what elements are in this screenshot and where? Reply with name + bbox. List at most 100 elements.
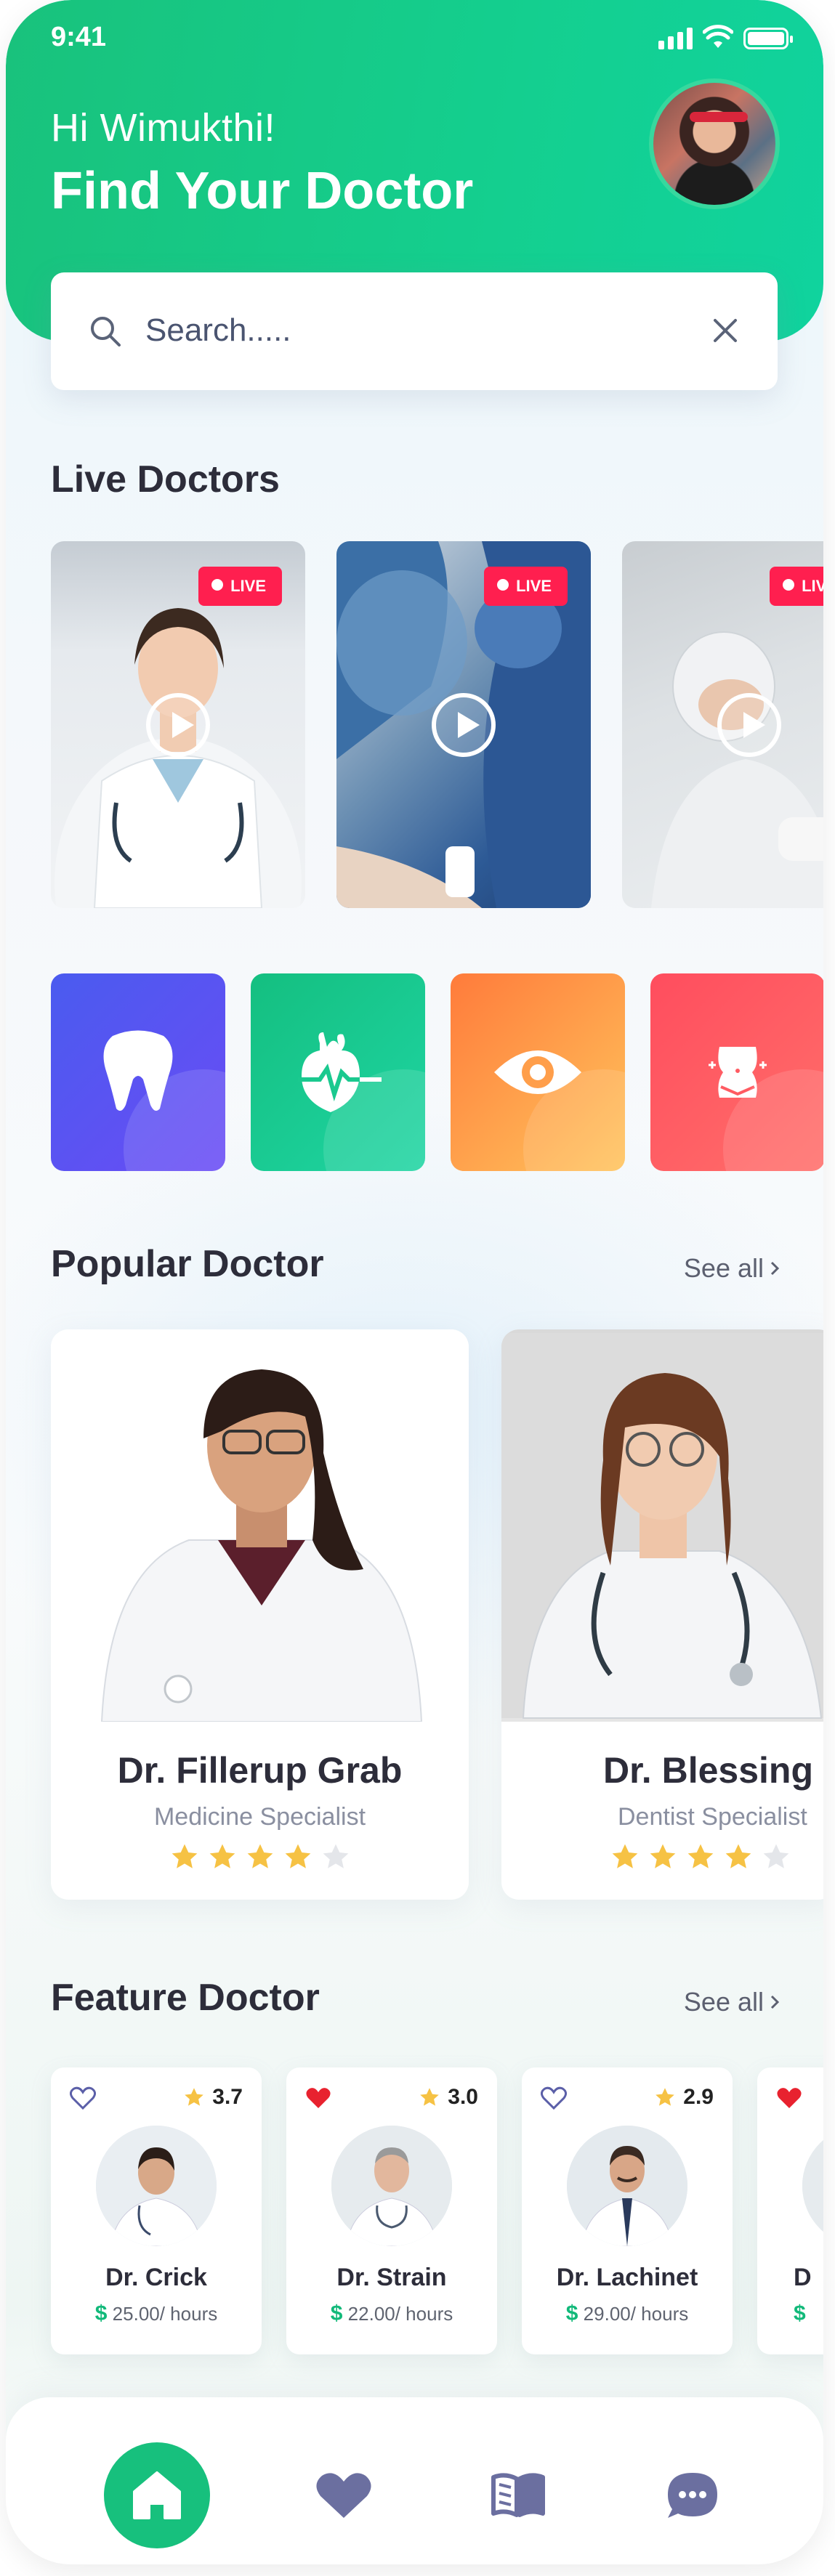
doctor-name: Dr. Strain xyxy=(336,2264,447,2291)
doctor-name: Dr. Lachinet xyxy=(556,2264,698,2291)
search-input[interactable] xyxy=(145,309,654,352)
star-icon xyxy=(420,2088,440,2106)
doctor-price: $ 29.00/ hours xyxy=(522,2301,733,2326)
home-icon xyxy=(133,2471,181,2519)
price-value: 25.00/ hours xyxy=(112,2303,218,2325)
heart-filled-icon[interactable] xyxy=(776,2086,802,2110)
feature-doctor-card[interactable]: 2.9 Dr. Lachinet $ 29.00/ hours xyxy=(522,2067,733,2354)
see-all-label: See all xyxy=(683,1987,764,2017)
search-icon[interactable] xyxy=(89,315,122,348)
star-rating xyxy=(51,1843,469,1871)
price-value: 22.00/ hours xyxy=(347,2303,453,2325)
avatar[interactable] xyxy=(649,78,780,209)
live-badge: LIVE xyxy=(484,567,568,606)
star-icon xyxy=(209,1844,235,1868)
doctor-specialty: Medicine Specialist xyxy=(153,1803,366,1831)
live-doctors-title: Live Doctors xyxy=(51,458,280,501)
feature-doctor-card[interactable]: 3.7 Dr. Crick $ 25.00/ hours xyxy=(51,2067,262,2354)
doctor-photo xyxy=(802,2126,823,2246)
clear-search-icon[interactable] xyxy=(711,316,740,345)
battery-icon xyxy=(743,28,793,49)
heart-outline-icon[interactable] xyxy=(541,2086,567,2110)
star-rating xyxy=(610,1843,823,1871)
rating-value: 3.7 xyxy=(212,2085,243,2109)
nav-home-button[interactable] xyxy=(104,2442,210,2548)
rating: 3.0 xyxy=(419,2085,478,2110)
star-icon xyxy=(323,1844,348,1868)
feature-doctor-card[interactable]: 3.0 Dr. Strain $ 22.00/ hours xyxy=(286,2067,497,2354)
doctor-price: $ xyxy=(794,2301,823,2326)
phone-screen: 9:41 Hi Wimukthi! Find Your Doctor Searc… xyxy=(6,0,823,2564)
star-icon xyxy=(172,1844,197,1868)
star-icon xyxy=(285,1844,310,1868)
wifi-icon xyxy=(703,25,733,48)
live-doctor-card[interactable]: LIVE xyxy=(336,541,591,908)
currency-symbol: $ xyxy=(565,2301,578,2325)
heart-icon[interactable] xyxy=(315,2470,373,2521)
book-icon[interactable] xyxy=(489,2470,547,2521)
play-icon[interactable] xyxy=(432,692,496,757)
star-icon xyxy=(185,2088,204,2106)
search-bar xyxy=(51,272,778,390)
heart-filled-icon[interactable] xyxy=(305,2086,331,2110)
star-icon xyxy=(725,1844,751,1868)
doctor-name: Dr. Fillerup Grab xyxy=(117,1750,403,1791)
currency-symbol: $ xyxy=(794,2301,806,2325)
feature-see-all-link[interactable]: See all xyxy=(684,1987,780,2017)
live-badge: LIVE xyxy=(770,567,823,606)
status-icons xyxy=(658,25,793,49)
feature-doctor-card[interactable]: D $ xyxy=(757,2067,823,2354)
doctor-price: $ 22.00/ hours xyxy=(286,2301,497,2326)
price-value: 29.00/ hours xyxy=(583,2303,689,2325)
doctor-price: $ 25.00/ hours xyxy=(51,2301,262,2326)
rating: 2.9 xyxy=(654,2085,714,2110)
currency-symbol: $ xyxy=(94,2301,108,2325)
body-icon xyxy=(709,1047,767,1098)
heart-outline-icon[interactable] xyxy=(70,2086,96,2110)
chat-icon[interactable] xyxy=(663,2470,722,2521)
category-dentist[interactable] xyxy=(51,973,225,1171)
doctor-name: D xyxy=(794,2264,812,2291)
status-time: 9:41 xyxy=(51,22,107,52)
doctor-photo xyxy=(51,1329,469,1722)
live-doctor-card[interactable]: LIVE xyxy=(622,541,823,908)
category-body[interactable] xyxy=(650,973,823,1171)
popular-doctor-title: Popular Doctor xyxy=(51,1243,324,1285)
live-badge: LIVE xyxy=(198,567,282,606)
eye-icon xyxy=(494,1050,581,1094)
popular-doctor-card[interactable]: Dr. Fillerup Grab Medicine Specialist xyxy=(51,1329,469,1900)
play-icon[interactable] xyxy=(717,692,781,757)
chevron-right-icon xyxy=(770,1995,780,2009)
popular-see-all-link[interactable]: See all xyxy=(684,1253,780,1284)
signal-icon xyxy=(658,28,693,49)
star-icon xyxy=(687,1844,714,1868)
popular-doctor-card[interactable]: Dr. Blessing Dentist Specialist xyxy=(501,1329,823,1900)
page-title: Find Your Doctor xyxy=(51,162,474,220)
star-icon xyxy=(763,1844,789,1868)
live-doctor-card[interactable]: LIVE xyxy=(51,541,305,908)
doctor-photo xyxy=(567,2126,687,2246)
greeting: Hi Wimukthi! xyxy=(51,106,276,150)
star-icon xyxy=(656,2088,675,2106)
rating-value: 3.0 xyxy=(448,2085,478,2109)
doctor-name: Dr. Crick xyxy=(105,2264,207,2291)
tooth-icon xyxy=(103,1030,173,1111)
category-cardiology[interactable] xyxy=(251,973,425,1171)
rating: 3.7 xyxy=(183,2085,243,2110)
play-icon[interactable] xyxy=(146,692,210,757)
star-icon xyxy=(612,1844,638,1868)
currency-symbol: $ xyxy=(330,2301,343,2325)
doctor-photo xyxy=(331,2126,452,2246)
feature-doctor-title: Feature Doctor xyxy=(51,1977,320,2019)
doctor-specialty: Dentist Specialist xyxy=(618,1803,807,1831)
see-all-label: See all xyxy=(683,1253,764,1283)
doctor-photo xyxy=(501,1329,823,1722)
chevron-right-icon xyxy=(770,1261,780,1276)
rating-value: 2.9 xyxy=(683,2085,714,2109)
category-ophthalmology[interactable] xyxy=(451,973,625,1171)
avatar-headband xyxy=(690,112,748,122)
doctor-name: Dr. Blessing xyxy=(603,1750,813,1791)
star-icon xyxy=(247,1844,273,1868)
star-icon xyxy=(650,1844,676,1868)
heart-organ-icon xyxy=(298,1032,382,1112)
